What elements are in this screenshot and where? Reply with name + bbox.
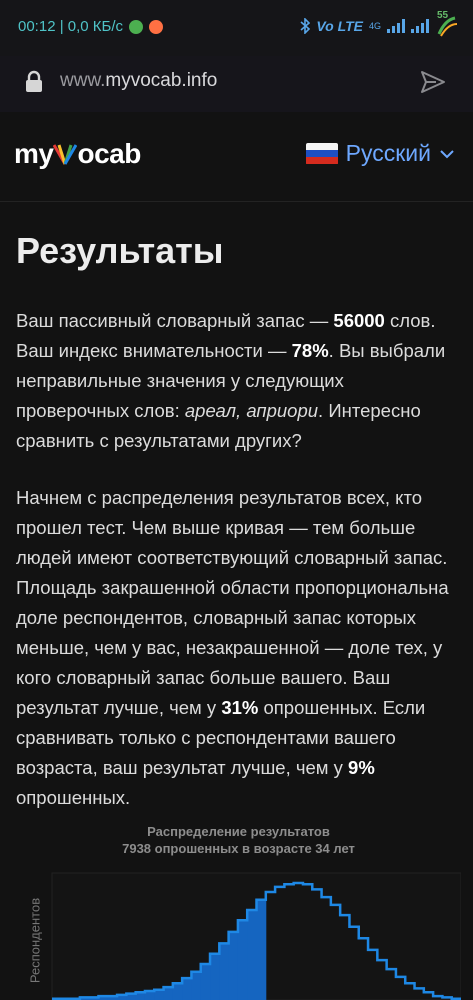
chevron-down-icon bbox=[440, 149, 454, 158]
signal-icon bbox=[387, 19, 405, 33]
shaded-bar bbox=[247, 910, 257, 1000]
shaded-bar bbox=[154, 989, 165, 1000]
distribution-explanation: Начнем с распределения результатов всех,… bbox=[16, 483, 461, 813]
shaded-bar bbox=[200, 964, 211, 1000]
shaded-bar bbox=[210, 953, 220, 1000]
main-content: Результаты Ваш пассивный словарный запас… bbox=[16, 202, 461, 840]
network-generation: 4G bbox=[368, 21, 381, 31]
battery-level: 55 bbox=[437, 10, 449, 21]
language-label: Русский bbox=[345, 140, 431, 166]
shaded-bar bbox=[172, 983, 183, 1000]
logo[interactable]: my ocab bbox=[14, 138, 141, 170]
site-header: my ocab Русский bbox=[0, 112, 473, 202]
volte-label: Vo LTE bbox=[316, 18, 363, 34]
lock-icon[interactable] bbox=[24, 70, 44, 94]
signal-icon-2 bbox=[411, 19, 429, 33]
shaded-bar bbox=[237, 920, 248, 1000]
text-span: Начнем с распределения результатов всех,… bbox=[16, 487, 449, 718]
notification-icon bbox=[149, 19, 164, 34]
shaded-bar bbox=[182, 978, 192, 1000]
shaded-bar bbox=[219, 943, 230, 1000]
results-summary: Ваш пассивный словарный запас — 56000 сл… bbox=[16, 306, 461, 456]
attention-index-value: 78% bbox=[291, 340, 329, 361]
url-prefix: www. bbox=[60, 70, 106, 91]
shaded-bar bbox=[191, 971, 202, 1000]
status-right: Vo LTE 4G 55 bbox=[300, 10, 459, 38]
bluetooth-icon bbox=[300, 18, 311, 34]
text-span: опрошенных. bbox=[16, 787, 131, 808]
send-icon[interactable] bbox=[419, 68, 447, 96]
logo-text-pre: my bbox=[14, 138, 54, 169]
status-left: 00:12 | 0,0 КБ/с bbox=[18, 18, 164, 35]
all-percent-value: 31% bbox=[221, 697, 259, 718]
vpn-icon bbox=[129, 19, 144, 34]
status-bar: 00:12 | 0,0 КБ/с Vo LTE 4G 55 bbox=[0, 0, 473, 56]
status-time-speed: 00:12 | 0,0 КБ/с bbox=[18, 18, 124, 35]
wrong-words: ареал, априори bbox=[184, 400, 319, 421]
logo-text-post: ocab bbox=[77, 138, 141, 169]
browser-url-bar: www.myvocab.info bbox=[0, 56, 473, 112]
language-selector[interactable]: Русский bbox=[305, 140, 455, 167]
page-title: Результаты bbox=[16, 230, 224, 271]
url-field[interactable]: www.myvocab.info bbox=[60, 70, 217, 92]
shaded-bar bbox=[228, 931, 239, 1000]
age-percent-value: 9% bbox=[348, 757, 375, 778]
logo-v-icon bbox=[53, 144, 78, 165]
shaded-bar bbox=[163, 987, 174, 1000]
text-span: Ваш пассивный словарный запас — bbox=[16, 310, 334, 331]
distribution-chart: Распределение результатов 7938 опрошенны… bbox=[16, 815, 461, 1000]
shaded-bar bbox=[256, 899, 267, 1000]
vocab-size-value: 56000 bbox=[333, 310, 385, 331]
shaded-bar bbox=[144, 991, 155, 1000]
battery-icon: 55 bbox=[435, 10, 459, 38]
url-domain: myvocab.info bbox=[105, 70, 218, 91]
russia-flag-icon bbox=[305, 142, 338, 165]
chart-plot bbox=[51, 872, 461, 1000]
